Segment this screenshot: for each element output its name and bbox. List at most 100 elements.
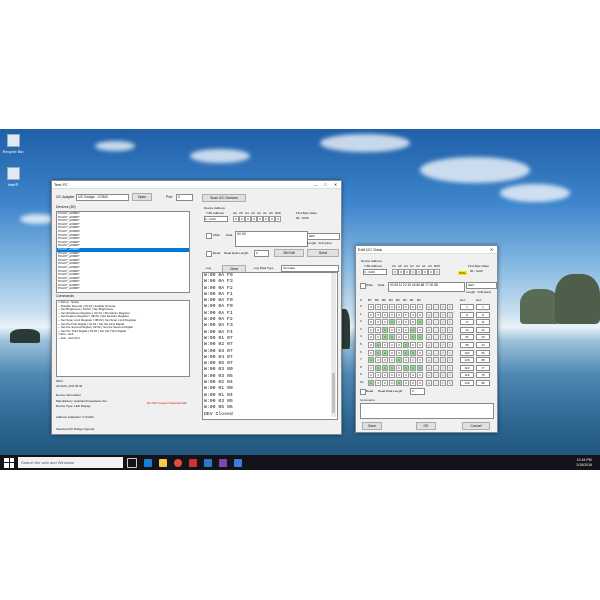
bit-cell[interactable]: 0 [389,349,395,356]
bit-op-button[interactable]: - [433,334,439,341]
bit-cell[interactable]: 0 [417,372,423,379]
bit-op-button[interactable]: - [433,380,439,386]
bit-cell[interactable]: 0 [382,380,388,386]
format-select[interactable]: HEX [307,233,340,240]
bit-op-button[interactable]: + [426,342,432,348]
dec-value[interactable]: 136 [460,380,474,386]
bit-cell[interactable]: 0 [417,357,423,364]
bit-cell[interactable]: 0 [368,349,374,356]
hex-value[interactable]: 33 [476,334,490,341]
dec-value[interactable]: 119 [460,364,474,371]
write-checkbox[interactable] [206,233,212,239]
media-icon[interactable] [233,458,242,467]
bit-cell[interactable]: 1 [368,380,374,386]
bit-cell[interactable]: 0 [417,349,423,356]
bit-cell[interactable]: 1 [410,334,416,341]
bit-cell[interactable]: 0 [382,319,388,326]
bit-op-button[interactable]: > [447,304,453,310]
bit-cell[interactable]: 0 [368,319,374,326]
comments-input[interactable] [360,403,494,419]
bit-cell[interactable]: 1 [368,357,374,364]
bit-op-button[interactable]: - [433,304,439,310]
task-view-icon[interactable] [126,457,137,468]
bit-cell[interactable]: 0 [410,342,416,348]
bit-cell[interactable]: 0 [403,326,409,333]
bit-cell[interactable]: 0 [375,326,381,333]
bit-op-button[interactable]: > [447,326,453,333]
bit-cell[interactable]: 0 [403,304,409,310]
bit-cell[interactable]: 0 [389,357,395,364]
bit-cell[interactable]: 0 [396,311,402,318]
bit-cell[interactable]: 0 [396,342,402,348]
bit-cell[interactable]: 0 [389,326,395,333]
cancel-button[interactable]: Cancel [462,422,490,430]
bit-cell[interactable]: 0 [382,342,388,348]
bit-cell[interactable]: 1 [382,334,388,341]
bit-cell[interactable]: 1 [410,364,416,371]
bit-address-select[interactable]: 0 - 0x00 [363,269,387,275]
bit-op-button[interactable]: < [440,349,446,356]
bit-cell[interactable]: 1 [417,334,423,341]
dec-value[interactable]: 118 [460,372,474,379]
bit-cell[interactable]: 0 [410,357,416,364]
bit-cell[interactable]: 0 [389,372,395,379]
bit-cell[interactable]: 1 [396,380,402,386]
bit-op-button[interactable]: - [433,319,439,326]
bit-cell[interactable]: 0 [368,372,374,379]
bit-op-button[interactable]: + [426,372,432,379]
clock[interactable]: 10:16 PM 2/15/2016 [576,458,592,468]
bit-cell[interactable]: 0 [410,304,416,310]
read-length-input[interactable]: 0 [410,388,425,395]
bit-cell[interactable]: 0 [403,357,409,364]
bit-cell[interactable]: 0 [410,372,416,379]
bit-op-button[interactable]: < [440,334,446,341]
desktop-icon-recycle-bin[interactable]: Recycle Bin [0,134,26,154]
hex-value[interactable]: 66 [476,349,490,356]
bit-op-button[interactable]: < [440,380,446,386]
start-button[interactable] [4,457,14,468]
bit-cell[interactable]: 1 [410,326,416,333]
hex-value[interactable]: 11 [476,319,490,326]
bit-op-button[interactable]: + [426,334,432,341]
bit-cell[interactable]: 1 [410,349,416,356]
bit-cell[interactable]: 1 [403,364,409,371]
bit-cell[interactable]: 0 [368,304,374,310]
bit-cell[interactable]: 0 [275,216,281,222]
bit-cell[interactable]: 0 [396,304,402,310]
bit-op-button[interactable]: + [426,357,432,364]
bit-cell[interactable]: 1 [389,319,395,326]
scrollbar-thumb[interactable] [332,373,335,413]
bit-edit-button[interactable]: Bit Edit [274,249,304,257]
bit-cell[interactable]: 0 [396,372,402,379]
hex-value[interactable]: 76 [476,372,490,379]
bit-cell[interactable]: 0 [389,380,395,386]
bit-op-button[interactable]: < [440,364,446,371]
bit-cell[interactable]: 0 [382,372,388,379]
bit-cell[interactable]: 0 [410,311,416,318]
bit-cell[interactable]: 1 [403,349,409,356]
bit-cell[interactable]: 1 [417,364,423,371]
bit-cell[interactable]: 0 [375,311,381,318]
bit-op-button[interactable]: < [440,372,446,379]
bit-cell[interactable]: 0 [417,326,423,333]
bit-op-button[interactable]: + [426,380,432,386]
bit-cell[interactable]: 0 [375,357,381,364]
bit-op-button[interactable]: > [447,372,453,379]
bit-op-button[interactable]: < [440,326,446,333]
dec-value[interactable]: 136 [460,357,474,364]
bit-cell[interactable]: 0 [375,304,381,310]
data-input[interactable]: 00 08 11 22 33 44 66 88 77 00 88 [388,282,465,292]
bit-cell[interactable]: 0 [417,380,423,386]
bit-op-button[interactable]: - [433,311,439,318]
minimize-icon[interactable]: — [312,182,319,187]
bit-cell[interactable]: 0 [403,334,409,341]
log-type-select[interactable]: I2C Data [281,265,339,272]
hex-value[interactable]: 77 [476,364,490,371]
bit-cell[interactable]: 1 [389,364,395,371]
bit-op-button[interactable]: > [447,380,453,386]
bit-cell[interactable]: 0 [403,380,409,386]
bit-op-button[interactable]: + [426,364,432,371]
open-button[interactable]: Open [132,193,152,201]
bit-cell[interactable]: 1 [382,326,388,333]
bit-op-button[interactable]: > [447,311,453,318]
